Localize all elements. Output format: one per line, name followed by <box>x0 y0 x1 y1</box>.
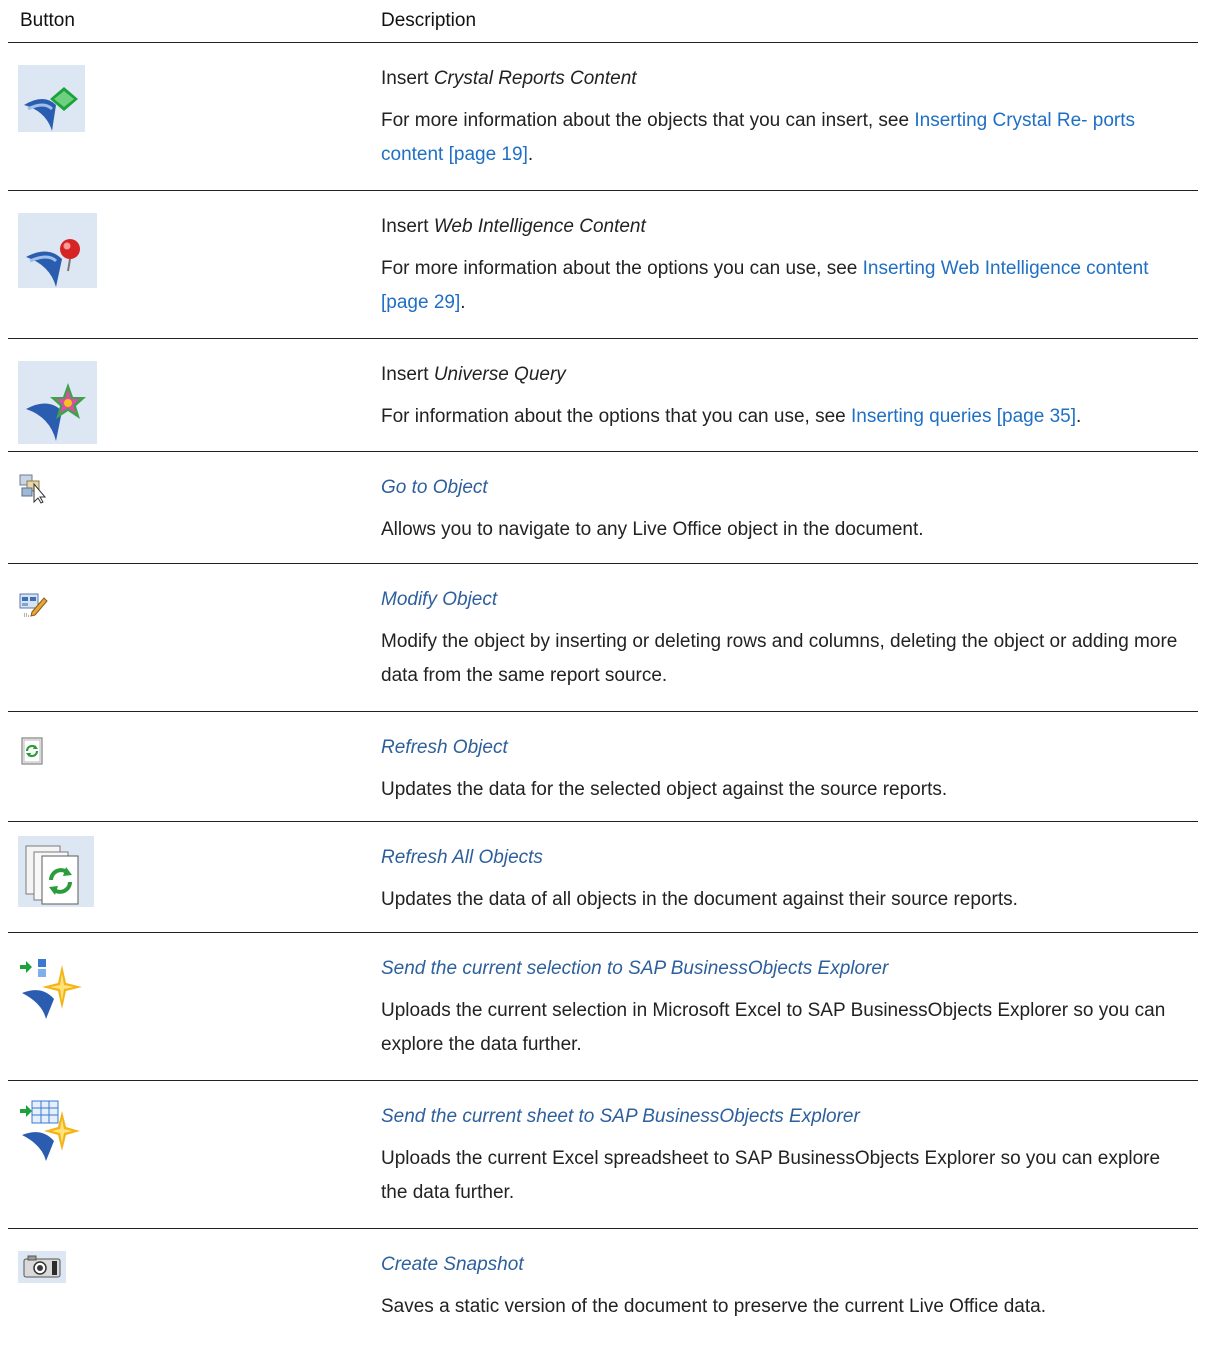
crystal-reports-icon <box>18 65 85 132</box>
table-row: Insert Universe Query For information ab… <box>8 339 1198 452</box>
row-title: Create Snapshot <box>381 1254 524 1275</box>
row-body: Uploads the current selection in Microso… <box>381 1000 1166 1055</box>
send-sheet-explorer-icon <box>18 1099 80 1161</box>
row-title: Modify Object <box>381 589 498 610</box>
title-prefix: Insert <box>381 68 434 89</box>
row-body: Uploads the current Excel spreadsheet to… <box>381 1148 1161 1203</box>
send-selection-explorer-icon <box>18 955 82 1019</box>
row-body: For information about the options that y… <box>381 406 852 427</box>
table-row: Insert Crystal Reports Content For more … <box>8 43 1198 191</box>
go-to-object-icon <box>19 474 47 504</box>
table-row: Create Snapshot Saves a static version o… <box>8 1229 1198 1349</box>
body-suffix: . <box>527 144 534 165</box>
table-row: Refresh Object Updates the data for the … <box>8 712 1198 822</box>
row-body: For more information about the objects t… <box>381 110 915 131</box>
row-body: For more information about the options y… <box>381 258 863 279</box>
row-title: Refresh Object <box>381 737 508 758</box>
row-body: Updates the data of all objects in the d… <box>381 889 1018 910</box>
table-row: Send the current sheet to SAP BusinessOb… <box>8 1081 1198 1229</box>
header-description: Description <box>381 10 477 31</box>
table-header: Button Description <box>8 0 1198 43</box>
table-row: Refresh All Objects Updates the data of … <box>8 822 1198 933</box>
row-body: Updates the data for the selected object… <box>381 779 948 800</box>
inserting-queries-link[interactable]: Inserting queries [page 35] <box>851 406 1076 427</box>
row-title: Crystal Reports Content <box>433 68 637 89</box>
row-title: Web Intelligence Content <box>433 216 646 237</box>
row-body: Allows you to navigate to any Live Offic… <box>381 519 924 540</box>
row-body: Modify the object by inserting or deleti… <box>381 631 1178 686</box>
title-prefix: Insert <box>381 216 434 237</box>
row-title: Go to Object <box>381 477 488 498</box>
body-suffix: . <box>460 292 466 313</box>
body-suffix: . <box>1076 406 1082 427</box>
camera-icon <box>18 1251 66 1283</box>
refresh-all-objects-icon <box>18 836 94 907</box>
row-body: Saves a static version of the document t… <box>381 1296 1046 1317</box>
table-row: Send the current selection to SAP Busine… <box>8 933 1198 1081</box>
row-title: Send the current sheet to SAP BusinessOb… <box>381 1106 860 1127</box>
title-prefix: Insert <box>381 364 434 385</box>
button-description-table: Button Description Insert Crystal Report… <box>8 0 1198 1349</box>
header-button: Button <box>20 10 75 31</box>
table-row: Go to Object Allows you to navigate to a… <box>8 452 1198 564</box>
table-row: Modify Object Modify the object by inser… <box>8 564 1198 712</box>
row-title: Send the current selection to SAP Busine… <box>381 958 889 979</box>
web-intelligence-icon <box>18 213 97 288</box>
modify-object-icon <box>19 593 48 617</box>
table-row: Insert Web Intelligence Content For more… <box>8 191 1198 339</box>
row-title: Refresh All Objects <box>381 847 543 868</box>
row-title: Universe Query <box>433 364 566 385</box>
refresh-object-icon <box>21 737 43 765</box>
universe-query-icon <box>18 361 97 444</box>
